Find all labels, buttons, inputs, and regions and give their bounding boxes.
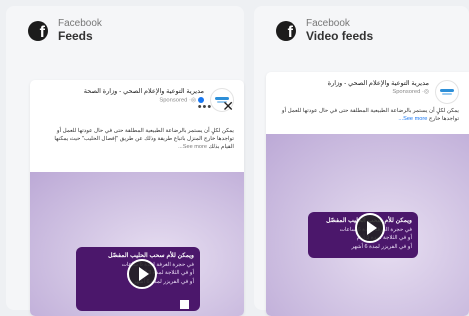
ad-body-text: يمكن لكلٍ أن يستمر بالرضاعة الطبيعية الم…: [276, 108, 459, 124]
facebook-icon: f: [276, 20, 296, 41]
feeds-preview-panel: f Facebook Feeds مديرية التوعية والإعلام…: [6, 6, 244, 316]
video-feeds-preview-panel: f Facebook Video feeds مديرية التوعية وا…: [254, 6, 469, 316]
globe-icon: ·◎: [422, 88, 429, 95]
panel-network-label: Facebook: [306, 18, 350, 29]
ad-body-text: يمكن لكلٍ أن يستمر بالرضاعة الطبيعية الم…: [40, 128, 234, 151]
see-more-link[interactable]: See more...: [398, 116, 427, 122]
ad-header: مديرية التوعية والإعلام الصحي - وزارة Sp…: [274, 80, 459, 108]
close-icon[interactable]: ✕: [222, 98, 234, 115]
feeds-panel-header: f Facebook Feeds: [28, 18, 102, 43]
banner-line: أو في الفريزر لمدة 6 أشهر: [351, 243, 412, 250]
more-options-icon[interactable]: •••: [198, 101, 213, 113]
sponsored-label: Sponsored: [159, 97, 188, 104]
globe-icon: ·◎: [189, 97, 196, 104]
play-button-icon[interactable]: [355, 213, 385, 243]
cursor-marker: [180, 300, 189, 309]
ad-body: يمكن لكلٍ أن يستمر بالرضاعة الطبيعية الم…: [54, 128, 234, 150]
ad-body: يمكن لكلٍ أن يستمر بالرضاعة الطبيعية الم…: [281, 108, 459, 122]
panel-placement-label: Feeds: [58, 28, 93, 43]
panel-placement-label: Video feeds: [306, 28, 374, 43]
ad-video-media[interactable]: ويمكن للأم سحب الحليب المفصّل في حجرة ال…: [30, 172, 244, 316]
facebook-icon: f: [28, 20, 48, 41]
ad-video-media[interactable]: ويمكن للأم سحب الحليب المفصّل في حجرة ال…: [266, 134, 469, 316]
panel-network-label: Facebook: [58, 18, 102, 29]
page-name[interactable]: مديرية التوعية والإعلام الصحي - وزارة: [328, 80, 429, 89]
ad-preview-card[interactable]: مديرية التوعية والإعلام الصحي - وزارة ال…: [30, 80, 244, 316]
page-name[interactable]: مديرية التوعية والإعلام الصحي - وزارة ال…: [84, 88, 204, 97]
ad-preview-card[interactable]: مديرية التوعية والإعلام الصحي - وزارة Sp…: [266, 72, 469, 316]
sponsored-label: Sponsored: [392, 88, 421, 95]
play-button-icon[interactable]: [127, 259, 157, 289]
video-feeds-panel-header: f Facebook Video feeds: [276, 18, 373, 43]
page-avatar[interactable]: [435, 80, 459, 104]
see-more-link[interactable]: See more...: [178, 144, 207, 150]
